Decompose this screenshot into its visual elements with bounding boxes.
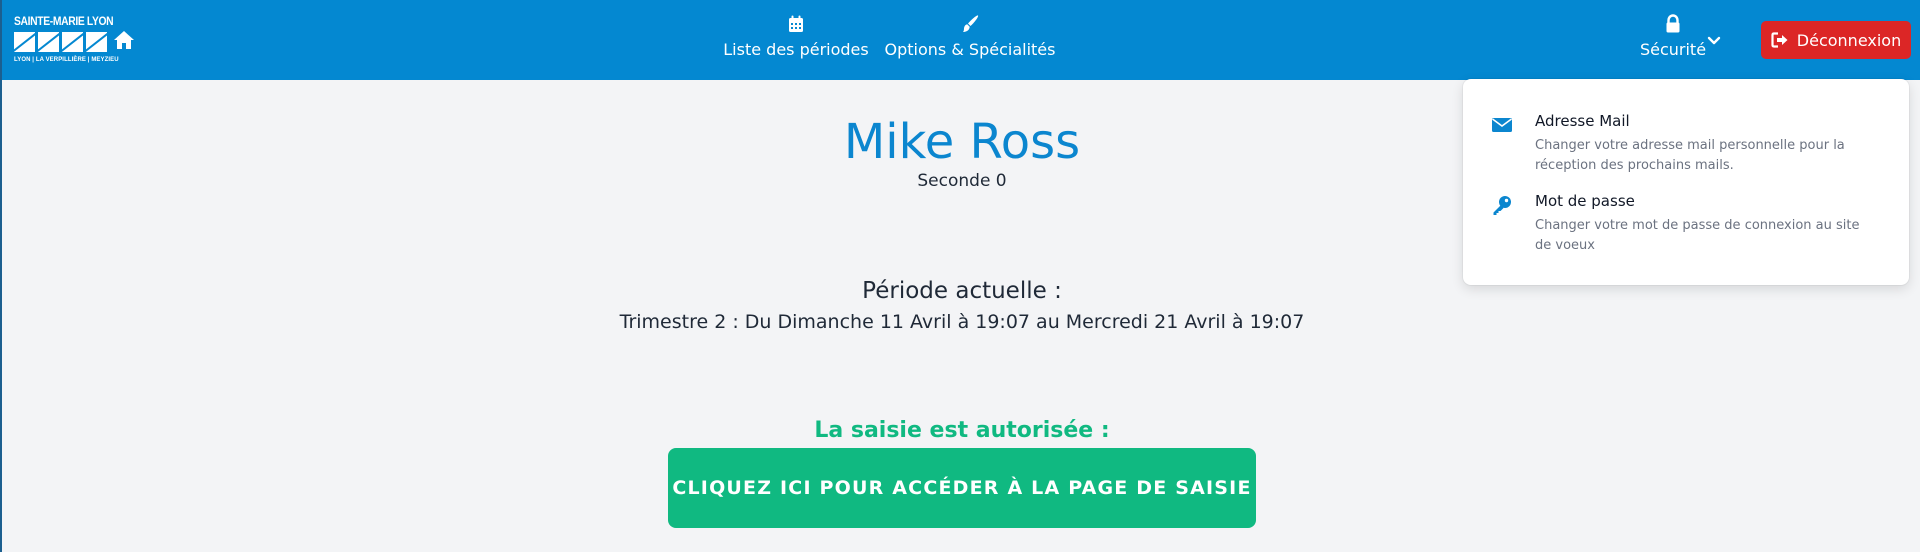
saisie-page-button-label: CLIQUEZ ICI POUR ACCÉDER À LA PAGE DE SA…: [672, 477, 1252, 499]
logout-button[interactable]: Déconnexion: [1761, 21, 1911, 59]
menu-item-description: Changer votre adresse mail personnelle p…: [1535, 138, 1845, 173]
nav-securite-label: Sécurité: [1639, 40, 1707, 59]
menu-item-adresse-mail[interactable]: Adresse Mail Changer votre adresse mail …: [1491, 112, 1891, 173]
chevron-down-icon[interactable]: [1707, 32, 1721, 45]
menu-item-title: Adresse Mail: [1535, 112, 1630, 130]
logo-squares: [14, 32, 107, 52]
lock-icon: [1666, 14, 1680, 33]
nav-liste-periodes-label: Liste des périodes: [723, 40, 869, 59]
envelope-icon: [1492, 118, 1512, 132]
calendar-icon: [789, 15, 803, 32]
logo-square: [86, 32, 107, 52]
paint-brush-icon: [963, 15, 979, 32]
logo-square: [62, 32, 83, 52]
security-dropdown-menu: Adresse Mail Changer votre adresse mail …: [1463, 79, 1909, 285]
page: SAINTE-MARIE LYON LYON | LA VERPILLIÈRE …: [0, 0, 1920, 552]
home-icon[interactable]: [113, 30, 135, 50]
saisie-page-button[interactable]: CLIQUEZ ICI POUR ACCÉDER À LA PAGE DE SA…: [668, 448, 1256, 528]
key-icon: [1493, 196, 1511, 215]
nav-securite[interactable]: Sécurité: [1640, 14, 1706, 70]
logo-title: SAINTE-MARIE LYON: [14, 14, 114, 28]
logo-subtitle: LYON | LA VERPILLIÈRE | MEYZIEU: [14, 57, 119, 63]
logout-label: Déconnexion: [1796, 30, 1902, 50]
logo-square: [38, 32, 59, 52]
school-logo[interactable]: SAINTE-MARIE LYON LYON | LA VERPILLIÈRE …: [14, 14, 119, 68]
nav-options-specialites-label: Options & Spécialités: [884, 40, 1056, 59]
period-dates: Trimestre 2 : Du Dimanche 11 Avril à 19:…: [619, 311, 1305, 333]
navbar: SAINTE-MARIE LYON LYON | LA VERPILLIÈRE …: [2, 0, 1920, 80]
sign-out-icon: [1771, 32, 1788, 48]
menu-item-title: Mot de passe: [1535, 192, 1635, 210]
logo-square: [14, 32, 35, 52]
nav-liste-periodes[interactable]: Liste des périodes: [723, 14, 869, 70]
menu-item-mot-de-passe[interactable]: Mot de passe Changer votre mot de passe …: [1491, 192, 1891, 253]
nav-options-specialites[interactable]: Options & Spécialités: [885, 14, 1055, 70]
menu-item-description: Changer votre mot de passe de connexion …: [1535, 218, 1860, 253]
saisie-status: La saisie est autorisée :: [814, 418, 1110, 443]
